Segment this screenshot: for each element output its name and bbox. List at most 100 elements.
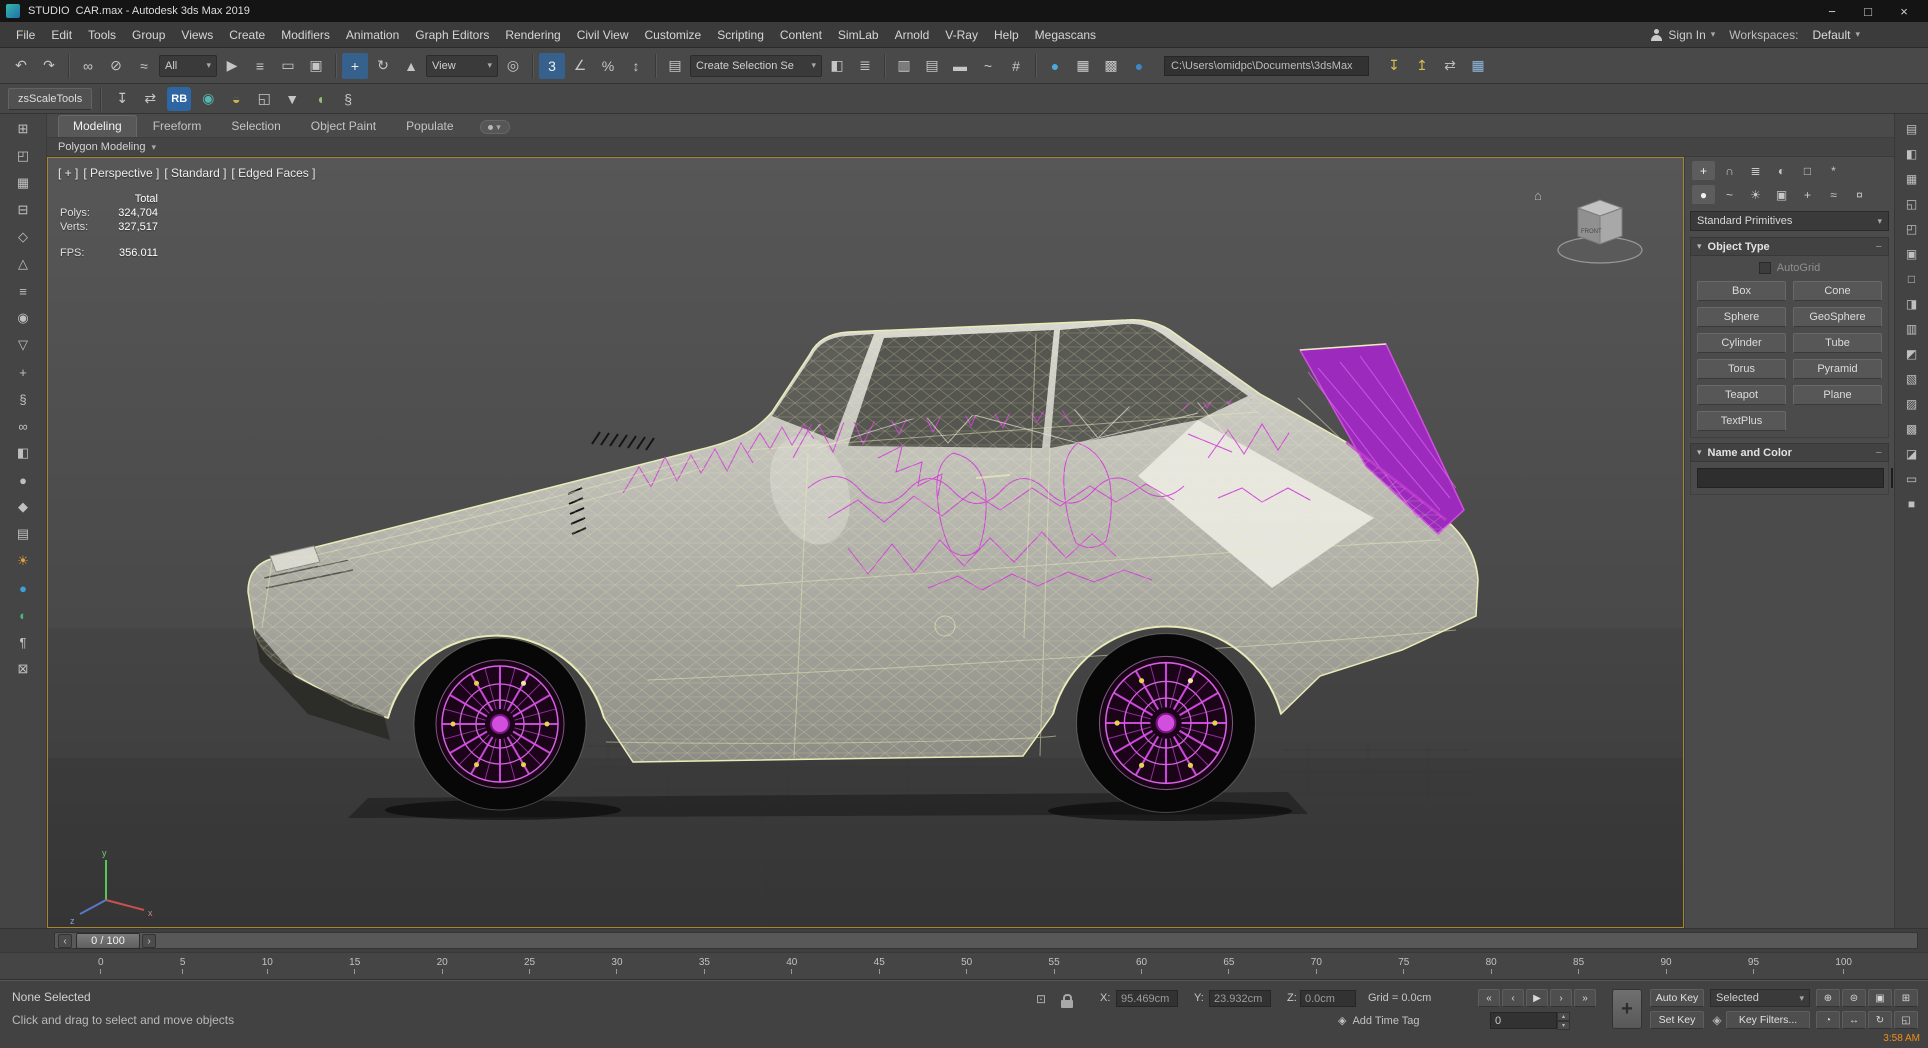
group-menu[interactable]: Group: [124, 28, 173, 42]
space-warps-category[interactable]: ≈: [1822, 185, 1845, 204]
z-coordinate-field[interactable]: [1300, 990, 1356, 1007]
cylinder-button[interactable]: Cylinder: [1697, 333, 1786, 353]
unlink-selection-icon[interactable]: ⊘: [103, 53, 129, 79]
ribbon-display-toggle[interactable]: ▾: [479, 120, 510, 134]
project-path-input[interactable]: [1164, 55, 1369, 76]
side-tool-icon-9[interactable]: ▥: [1902, 320, 1922, 338]
create-tab[interactable]: +: [1692, 161, 1715, 180]
close-button[interactable]: ×: [1886, 0, 1922, 22]
populate-tab[interactable]: Populate: [392, 116, 467, 137]
next-frame-arrow[interactable]: ›: [142, 934, 156, 948]
left-tool-icon-4[interactable]: ⊟: [11, 199, 35, 221]
rendered-frame-window-icon[interactable]: ▩: [1098, 53, 1124, 79]
left-tool-icon-20[interactable]: ¶: [11, 631, 35, 653]
help-tool-icon[interactable]: ▦: [1465, 53, 1491, 79]
display-tab[interactable]: □: [1796, 161, 1819, 180]
textplus-button[interactable]: TextPlus: [1697, 411, 1786, 431]
geosphere-button[interactable]: GeoSphere: [1793, 307, 1882, 327]
side-tool-icon-6[interactable]: ▣: [1902, 245, 1922, 263]
workspace-dropdown[interactable]: Default ▾: [1812, 28, 1860, 42]
side-tool-icon-1[interactable]: ▤: [1902, 120, 1922, 138]
time-slider-handle[interactable]: 0 / 100: [76, 933, 140, 949]
left-tool-icon-3[interactable]: ▦: [11, 172, 35, 194]
left-tool-icon-10[interactable]: +: [11, 361, 35, 383]
perspective-viewport[interactable]: ⌂ FRONT x y z [ + ] [ Perspective ] [ Stan…: [47, 157, 1684, 928]
left-tool-icon-11[interactable]: §: [11, 388, 35, 410]
cameras-category[interactable]: ▣: [1770, 185, 1793, 204]
asset-tracking-icon[interactable]: ⇄: [1437, 53, 1463, 79]
arnold-menu[interactable]: Arnold: [887, 28, 938, 42]
left-tool-icon-8[interactable]: ◉: [11, 307, 35, 329]
x-coordinate-field[interactable]: [1116, 990, 1178, 1007]
select-object-icon[interactable]: ▶: [219, 53, 245, 79]
toggle-layer-explorer-icon[interactable]: ▤: [919, 53, 945, 79]
track-bar[interactable]: 0 5 10 15 20 25 30 35 40 45 50 55 60 65 70 75 80 85 90 95 10…: [0, 952, 1928, 980]
zoom-extents-icon[interactable]: ▣: [1868, 989, 1892, 1007]
import-tool-icon[interactable]: ↧: [1381, 53, 1407, 79]
geometry-category[interactable]: ●: [1692, 185, 1715, 204]
render-teapot-icon[interactable]: ◖: [307, 86, 333, 112]
go-to-end-button[interactable]: »: [1574, 989, 1596, 1007]
left-tool-icon-16[interactable]: ▤: [11, 523, 35, 545]
minimize-button[interactable]: −: [1814, 0, 1850, 22]
rb-button[interactable]: RB: [167, 86, 192, 111]
left-tool-icon-13[interactable]: ◧: [11, 442, 35, 464]
transform-gizmo-toggle-icon[interactable]: ⊡: [1032, 991, 1050, 1007]
previous-frame-arrow[interactable]: ‹: [58, 934, 72, 948]
left-tool-icon-6[interactable]: △: [11, 253, 35, 275]
sphere-button[interactable]: Sphere: [1697, 307, 1786, 327]
tools-menu[interactable]: Tools: [80, 28, 124, 42]
viewport-general-menu[interactable]: [ + ]: [58, 166, 78, 180]
side-tool-icon-16[interactable]: ■: [1902, 495, 1922, 513]
sign-in-button[interactable]: Sign In ▾: [1650, 28, 1715, 42]
fov-icon[interactable]: ◔: [1816, 1011, 1840, 1029]
side-tool-icon-3[interactable]: ▦: [1902, 170, 1922, 188]
toggle-scene-explorer-icon[interactable]: ▥: [891, 53, 917, 79]
simlab-menu[interactable]: SimLab: [830, 28, 887, 42]
content-menu[interactable]: Content: [772, 28, 830, 42]
next-frame-button[interactable]: ›: [1550, 989, 1572, 1007]
select-and-rotate-icon[interactable]: ↻: [370, 53, 396, 79]
frame-down-arrow[interactable]: ▾: [1557, 1021, 1570, 1030]
primitive-category-dropdown[interactable]: Standard Primitives ▾: [1690, 211, 1889, 231]
viewport-style-menu[interactable]: [ Edged Faces ]: [231, 166, 315, 180]
views-menu[interactable]: Views: [173, 28, 221, 42]
time-slider-track[interactable]: [54, 932, 1918, 949]
freeform-tab[interactable]: Freeform: [139, 116, 216, 137]
side-tool-icon-14[interactable]: ◪: [1902, 445, 1922, 463]
modeling-tab[interactable]: Modeling: [58, 115, 137, 137]
selection-lock-toggle[interactable]: [1060, 994, 1076, 1009]
left-tool-icon-18[interactable]: ●: [11, 577, 35, 599]
side-tool-icon-11[interactable]: ▧: [1902, 370, 1922, 388]
hierarchy-tab[interactable]: ≣: [1744, 161, 1767, 180]
civil-view-menu[interactable]: Civil View: [569, 28, 637, 42]
left-tool-icon-12[interactable]: ∞: [11, 415, 35, 437]
maximize-viewport-icon[interactable]: ◱: [1894, 1011, 1918, 1029]
undo-icon[interactable]: ↶: [8, 53, 34, 79]
auto-key-button[interactable]: Auto Key: [1650, 989, 1704, 1007]
zoom-all-icon[interactable]: ⊜: [1842, 989, 1866, 1007]
box-button[interactable]: Box: [1697, 281, 1786, 301]
object-name-input[interactable]: [1697, 468, 1884, 488]
pivot-tool-icon[interactable]: ◱: [251, 86, 277, 112]
script-listener-icon[interactable]: §: [335, 86, 361, 112]
frame-number-field[interactable]: [1490, 1012, 1557, 1029]
left-tool-icon-9[interactable]: ▽: [11, 334, 35, 356]
motion-tab[interactable]: ◐: [1770, 161, 1793, 180]
mirror-icon[interactable]: ◧: [824, 53, 850, 79]
systems-category[interactable]: ¤: [1848, 185, 1871, 204]
y-coordinate-field[interactable]: [1209, 990, 1271, 1007]
set-key-button[interactable]: Set Key: [1650, 1011, 1704, 1029]
scripting-menu[interactable]: Scripting: [709, 28, 772, 42]
viewport-canvas[interactable]: ⌂ FRONT x y z: [48, 158, 1683, 927]
zoom-region-icon[interactable]: ⊞: [1894, 989, 1918, 1007]
zoom-icon[interactable]: ⊕: [1816, 989, 1840, 1007]
snaps-toggle-icon[interactable]: 3: [539, 52, 565, 79]
frame-up-arrow[interactable]: ▴: [1557, 1012, 1570, 1021]
key-filters-button[interactable]: Key Filters...: [1726, 1011, 1810, 1029]
help-menu[interactable]: Help: [986, 28, 1027, 42]
file-menu[interactable]: File: [8, 28, 43, 42]
save-tool-icon[interactable]: ↧: [109, 86, 135, 112]
teapot-button[interactable]: Teapot: [1697, 385, 1786, 405]
left-tool-icon-14[interactable]: ●: [11, 469, 35, 491]
